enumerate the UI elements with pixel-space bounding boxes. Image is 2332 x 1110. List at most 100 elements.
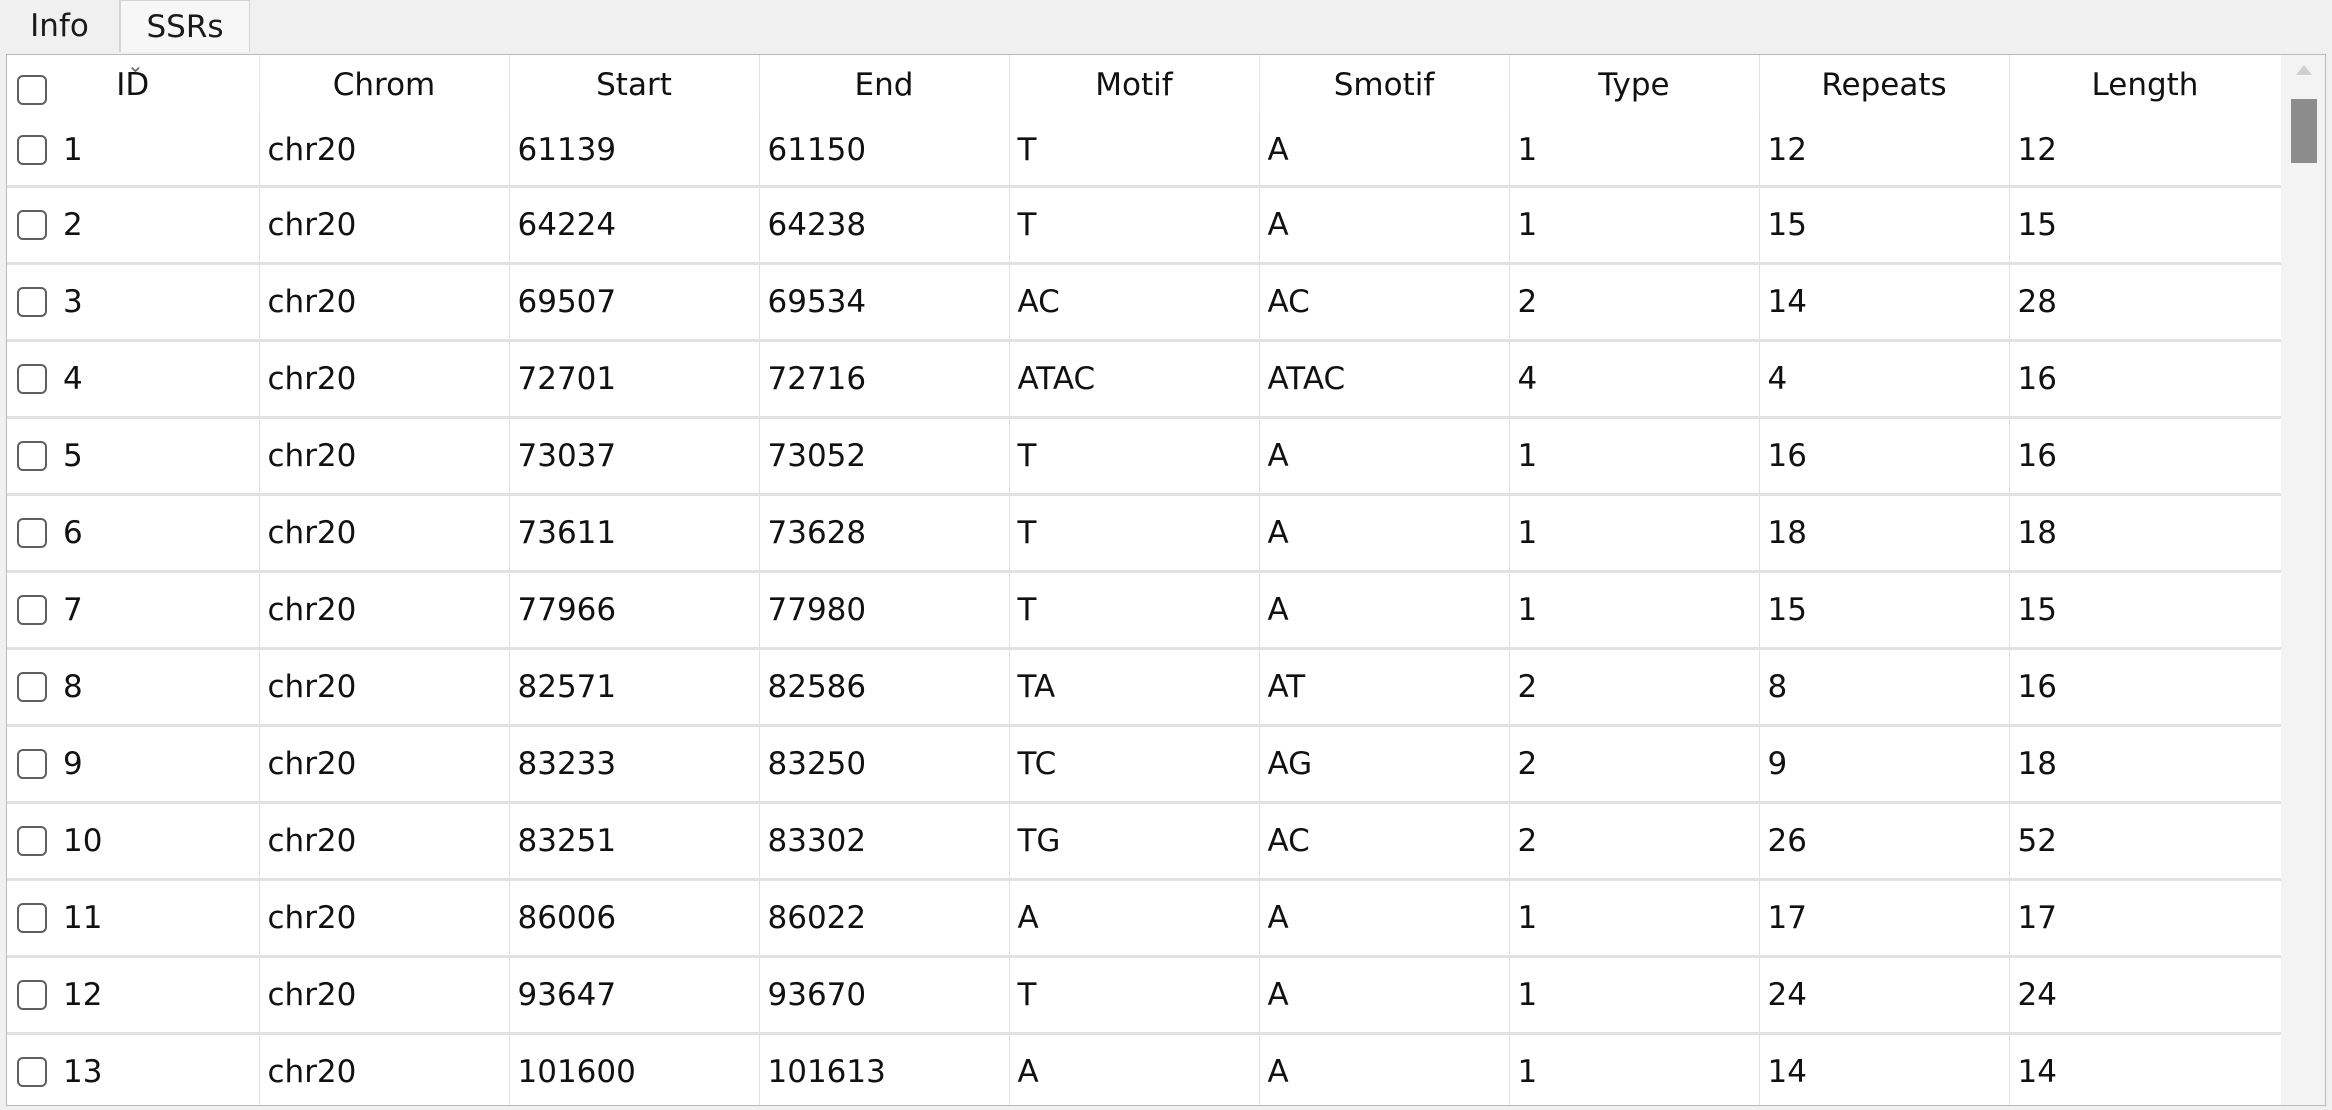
column-header-id[interactable]: ⌄ ID	[7, 54, 260, 115]
cell-start: 77966	[509, 571, 760, 650]
column-header-type[interactable]: Type	[1509, 55, 1760, 115]
table-row[interactable]: 6 chr20 73611 73628 T A 1 18 18	[7, 494, 2282, 573]
row-checkbox[interactable]	[17, 595, 47, 625]
cell-smotif: A	[1259, 494, 1510, 573]
cell-motif: T	[1009, 956, 1260, 1035]
cell-smotif: AC	[1259, 802, 1510, 881]
cell-id: 4	[7, 340, 260, 419]
cell-repeats: 16	[1759, 417, 2010, 496]
cell-chrom: chr20	[259, 340, 510, 419]
table-row[interactable]: 3 chr20 69507 69534 AC AC 2 14 28	[7, 263, 2282, 342]
table-row[interactable]: 1 chr20 61139 61150 T A 1 12 12	[7, 115, 2282, 188]
row-id-wrap: 1	[17, 132, 258, 168]
cell-repeats: 18	[1759, 494, 2010, 573]
row-checkbox[interactable]	[17, 210, 47, 240]
row-checkbox[interactable]	[17, 135, 47, 165]
column-header-repeats[interactable]: Repeats	[1759, 55, 2010, 115]
cell-type: 4	[1509, 340, 1760, 419]
tab-bar: Info SSRs	[0, 0, 2332, 52]
cell-repeats: 4	[1759, 340, 2010, 419]
cell-chrom: chr20	[259, 879, 510, 958]
tab-ssrs[interactable]: SSRs	[120, 0, 250, 52]
cell-start: 61139	[509, 115, 760, 188]
row-id-text: 2	[63, 207, 83, 243]
select-all-checkbox[interactable]	[17, 75, 47, 105]
row-id-text: 5	[63, 438, 83, 474]
row-checkbox[interactable]	[17, 518, 47, 548]
cell-length: 52	[2009, 802, 2282, 881]
row-checkbox[interactable]	[17, 672, 47, 702]
table-row[interactable]: 9 chr20 83233 83250 TC AG 2 9 18	[7, 725, 2282, 804]
column-header-motif[interactable]: Motif	[1009, 55, 1260, 115]
cell-chrom: chr20	[259, 725, 510, 804]
cell-repeats: 9	[1759, 725, 2010, 804]
cell-chrom: chr20	[259, 802, 510, 881]
cell-chrom: chr20	[259, 571, 510, 650]
row-checkbox[interactable]	[17, 364, 47, 394]
cell-repeats: 12	[1759, 115, 2010, 188]
cell-start: 86006	[509, 879, 760, 958]
row-id-text: 6	[63, 515, 83, 551]
chevron-down-icon: ⌄	[127, 54, 144, 77]
cell-type: 2	[1509, 725, 1760, 804]
cell-end: 73628	[759, 494, 1010, 573]
column-header-length[interactable]: Length	[2009, 55, 2282, 115]
table-row[interactable]: 12 chr20 93647 93670 T A 1 24 24	[7, 956, 2282, 1035]
cell-motif: A	[1009, 1033, 1260, 1105]
cell-repeats: 15	[1759, 571, 2010, 650]
cell-smotif: A	[1259, 417, 1510, 496]
table-row[interactable]: 10 chr20 83251 83302 TG AC 2 26 52	[7, 802, 2282, 881]
row-checkbox[interactable]	[17, 903, 47, 933]
cell-type: 1	[1509, 115, 1760, 188]
column-header-smotif[interactable]: Smotif	[1259, 55, 1510, 115]
cell-type: 1	[1509, 879, 1760, 958]
cell-chrom: chr20	[259, 115, 510, 188]
cell-id: 8	[7, 648, 260, 727]
row-id-wrap: 2	[17, 207, 258, 243]
row-id-text: 3	[63, 284, 83, 320]
cell-id: 3	[7, 263, 260, 342]
table-row[interactable]: 13 chr20 101600 101613 A A 1 14 14	[7, 1033, 2282, 1105]
table-row[interactable]: 7 chr20 77966 77980 T A 1 15 15	[7, 571, 2282, 650]
table-row[interactable]: 4 chr20 72701 72716 ATAC ATAC 4 4 16	[7, 340, 2282, 419]
row-id-wrap: 8	[17, 669, 258, 705]
tab-info[interactable]: Info	[0, 0, 120, 52]
cell-id: 1	[7, 115, 260, 188]
cell-end: 69534	[759, 263, 1010, 342]
table-row[interactable]: 11 chr20 86006 86022 A A 1 17 17	[7, 879, 2282, 958]
cell-smotif: A	[1259, 186, 1510, 265]
row-id-wrap: 6	[17, 515, 258, 551]
column-header-chrom[interactable]: Chrom	[259, 55, 510, 115]
cell-smotif: A	[1259, 571, 1510, 650]
cell-id: 13	[7, 1033, 260, 1105]
cell-smotif: AT	[1259, 648, 1510, 727]
table-row[interactable]: 8 chr20 82571 82586 TA AT 2 8 16	[7, 648, 2282, 727]
cell-repeats: 8	[1759, 648, 2010, 727]
table-row[interactable]: 2 chr20 64224 64238 T A 1 15 15	[7, 186, 2282, 265]
cell-start: 93647	[509, 956, 760, 1035]
row-checkbox[interactable]	[17, 749, 47, 779]
cell-end: 73052	[759, 417, 1010, 496]
cell-motif: T	[1009, 115, 1260, 188]
row-id-text: 8	[63, 669, 83, 705]
row-checkbox[interactable]	[17, 980, 47, 1010]
cell-start: 72701	[509, 340, 760, 419]
cell-motif: T	[1009, 186, 1260, 265]
cell-start: 64224	[509, 186, 760, 265]
table-row[interactable]: 5 chr20 73037 73052 T A 1 16 16	[7, 417, 2282, 496]
column-header-start[interactable]: Start	[509, 55, 760, 115]
row-checkbox[interactable]	[17, 1057, 47, 1087]
cell-end: 77980	[759, 571, 1010, 650]
row-checkbox[interactable]	[17, 287, 47, 317]
cell-chrom: chr20	[259, 494, 510, 573]
scrollbar-thumb[interactable]	[2291, 99, 2317, 163]
row-id-wrap: 4	[17, 361, 258, 397]
column-header-end[interactable]: End	[759, 55, 1010, 115]
vertical-scrollbar[interactable]	[2281, 55, 2325, 1105]
row-checkbox[interactable]	[17, 441, 47, 471]
cell-motif: TA	[1009, 648, 1260, 727]
scroll-up-arrow-icon[interactable]	[2296, 65, 2312, 75]
row-checkbox[interactable]	[17, 826, 47, 856]
row-id-wrap: 12	[17, 977, 258, 1013]
cell-start: 73611	[509, 494, 760, 573]
